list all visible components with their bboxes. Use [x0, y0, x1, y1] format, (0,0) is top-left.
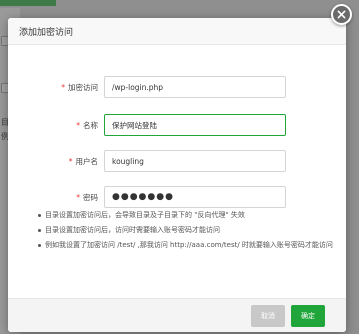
close-button[interactable] [331, 4, 352, 25]
path-input[interactable]: /wp-login.php [104, 76, 286, 98]
note-item: 目录设置加密访问后，会导致目录及子目录下的 "反向代理" 失效 [38, 208, 338, 223]
password-input[interactable]: ●●●●●●● [104, 186, 286, 208]
field-label: * 加密访问 [61, 82, 98, 92]
dialog-title: 添加加密访问 [19, 27, 74, 38]
required-mark: * [76, 192, 80, 202]
add-encrypted-access-dialog: 添加加密访问 * 加密访问 /wp-login.php * 名称 保护网站登陆 * 用… [8, 18, 346, 332]
required-mark: * [68, 156, 73, 166]
form-row-username: * 用户名 kougling [8, 150, 346, 172]
background-install-button [0, 0, 56, 6]
required-mark: * [76, 120, 80, 130]
help-notes: 目录设置加密访问后，会导致目录及子目录下的 "反向代理" 失效 目录设置加密访问… [38, 208, 338, 253]
close-icon [337, 10, 346, 19]
required-mark: * [61, 82, 65, 92]
confirm-button[interactable]: 确定 [291, 305, 325, 327]
name-input[interactable]: 保护网站登陆 [104, 114, 286, 136]
cancel-button[interactable]: 取消 [251, 305, 285, 327]
username-input[interactable]: kougling [104, 150, 286, 172]
dialog-header: 添加加密访问 [8, 18, 346, 45]
form-row-path: * 加密访问 /wp-login.php [8, 76, 346, 98]
field-label: * 名称 [76, 120, 98, 130]
field-label: * 密码 [76, 192, 98, 202]
field-label: * 用户名 [68, 156, 98, 166]
form-row-password: * 密码 ●●●●●●● [8, 186, 346, 208]
dialog-footer: 取消 确定 [8, 298, 346, 332]
form-row-name: * 名称 保护网站登陆 [8, 114, 346, 136]
note-item: 目录设置加密访问后，访问时需要输入账号密码才能访问 [38, 223, 338, 238]
note-item: 例如我设置了加密访问 /test/ ,那我访问 http://aaa.com/t… [38, 238, 338, 253]
